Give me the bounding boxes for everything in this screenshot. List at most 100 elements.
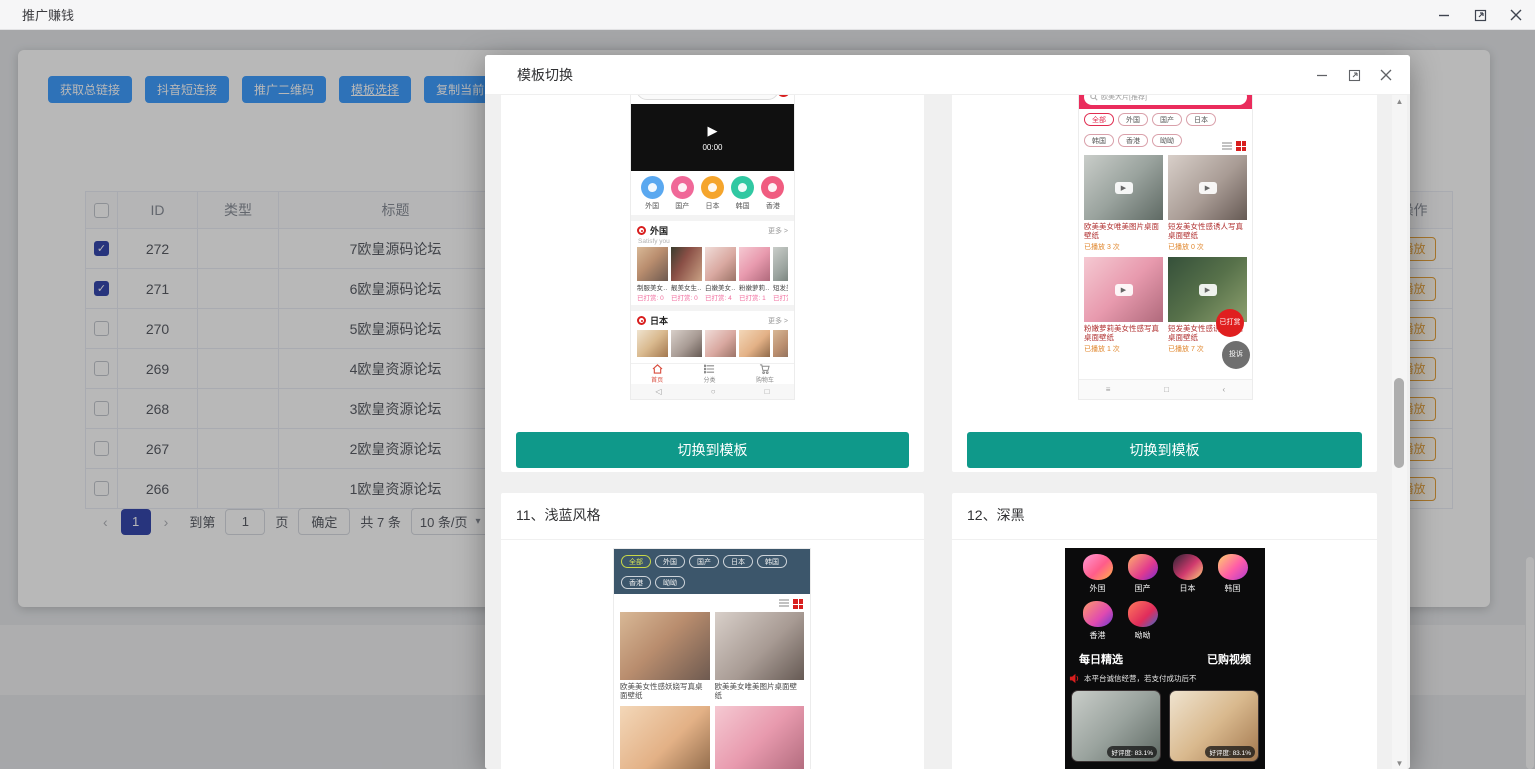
- home-circle-icon[interactable]: ○: [711, 387, 716, 396]
- close-icon[interactable]: [1505, 4, 1527, 26]
- video-card[interactable]: ▶粉嫩萝莉美女性感写真桌面壁纸已播放 1 次: [1084, 257, 1163, 354]
- video-card[interactable]: [620, 706, 710, 769]
- tab-分类[interactable]: 分类: [703, 364, 715, 384]
- reward-float-button[interactable]: 已打赏: [1216, 309, 1244, 337]
- video-thumb[interactable]: 好评度: 83.1%: [1071, 690, 1161, 762]
- filter-chip[interactable]: 呦呦: [1152, 134, 1182, 147]
- category-bubble[interactable]: 日本: [701, 176, 724, 211]
- category-bubble[interactable]: 韩国: [731, 176, 754, 211]
- rating-badge: 好评度: 83.1%: [1107, 746, 1157, 758]
- camera-icon: ●: [777, 95, 790, 97]
- list-view-icon[interactable]: [1222, 142, 1232, 150]
- report-float-button[interactable]: 投诉: [1222, 341, 1250, 369]
- play-badge-icon: ▶: [1115, 284, 1133, 296]
- maximize-icon[interactable]: [1469, 4, 1491, 26]
- back-icon[interactable]: ‹: [1223, 385, 1226, 394]
- item-title: 制服美女…: [637, 282, 668, 292]
- video-card[interactable]: [715, 706, 805, 769]
- speaker-icon: [1069, 673, 1080, 684]
- modal-scrollbar[interactable]: ▲ ▼: [1392, 95, 1407, 769]
- filter-chip[interactable]: 全部: [621, 555, 651, 568]
- template-b-preview: 欧美大片[推荐] 全部外国国产日本韩国香港呦呦 ▶欧美美女唯美图片桌面壁纸已播放…: [1078, 95, 1253, 400]
- filter-chip[interactable]: 外国: [655, 555, 685, 568]
- list-item[interactable]: 白嫩美女…已打赏: 4: [705, 247, 736, 302]
- modal-scrollbar-thumb[interactable]: [1394, 378, 1404, 468]
- video-thumb: ▶: [1084, 155, 1163, 220]
- tab-首页[interactable]: 首页: [651, 364, 663, 384]
- scroll-down-icon[interactable]: ▼: [1392, 757, 1407, 769]
- view-toggles: [1222, 141, 1246, 151]
- thumb-image: [705, 330, 736, 357]
- list-item[interactable]: [739, 330, 770, 357]
- category-item[interactable]: 外国: [1075, 554, 1120, 594]
- grid-view-icon[interactable]: [1236, 141, 1246, 151]
- recent-icon[interactable]: □: [765, 387, 770, 396]
- filter-chip[interactable]: 香港: [621, 576, 651, 589]
- template-c-preview: 全部外国国产日本韩国香港呦呦 欧美美女性感妖娆写真桌面壁纸欧美美女唯美图片桌面壁…: [613, 548, 811, 769]
- modal-controls: [1312, 55, 1396, 95]
- list-item[interactable]: 短发美女…已打赏: 0: [773, 247, 788, 302]
- video-card[interactable]: ▶短发美女性感诱人写真桌面壁纸已播放 7 次: [1168, 257, 1247, 354]
- category-bubble[interactable]: 国产: [671, 176, 694, 211]
- filter-chip[interactable]: 呦呦: [655, 576, 685, 589]
- tab-label: 分类: [703, 375, 715, 384]
- category-item[interactable]: 韩国: [1210, 554, 1255, 594]
- tab-购物车[interactable]: 购物车: [756, 364, 774, 384]
- play-badge-icon: ▶: [1115, 182, 1133, 194]
- video-thumb: [715, 706, 805, 769]
- filter-chip[interactable]: 国产: [1152, 113, 1182, 126]
- list-item[interactable]: [637, 330, 668, 357]
- category-icon: [704, 364, 715, 374]
- minimize-icon[interactable]: [1433, 4, 1455, 26]
- list-item[interactable]: 制服美女…已打赏: 0: [637, 247, 668, 302]
- filter-chip[interactable]: 香港: [1118, 134, 1148, 147]
- category-label: 韩国: [1225, 583, 1241, 594]
- scroll-up-icon[interactable]: ▲: [1392, 95, 1407, 107]
- modal-maximize-icon[interactable]: [1344, 65, 1364, 85]
- video-card[interactable]: 欧美美女唯美图片桌面壁纸: [715, 612, 805, 701]
- video-card[interactable]: ▶短发美女性感诱人写真桌面壁纸已播放 0 次: [1168, 155, 1247, 252]
- video-grid: 欧美美女性感妖娆写真桌面壁纸欧美美女唯美图片桌面壁纸: [614, 612, 810, 769]
- modal-minimize-icon[interactable]: [1312, 65, 1332, 85]
- window-title: 推广赚钱: [22, 5, 74, 24]
- list-item[interactable]: [671, 330, 702, 357]
- back-icon[interactable]: ◁: [656, 387, 662, 396]
- filter-chip[interactable]: 外国: [1118, 113, 1148, 126]
- filter-chip[interactable]: 韩国: [1084, 134, 1114, 147]
- category-item[interactable]: 国产: [1120, 554, 1165, 594]
- category-item[interactable]: 日本: [1165, 554, 1210, 594]
- template-d-preview: 外国国产日本韩国香港呦呦 每日精选 已购视频 本平台诚信经营，若支付成功后不 好…: [1065, 548, 1265, 769]
- video-thumb[interactable]: 好评度: 83.1%: [1169, 690, 1259, 762]
- filter-chip[interactable]: 全部: [1084, 113, 1114, 126]
- category-label: 国产: [675, 201, 689, 211]
- filter-chip[interactable]: 国产: [689, 555, 719, 568]
- android-navbar: ◁ ○ □: [631, 384, 794, 399]
- filter-chip[interactable]: 日本: [1186, 113, 1216, 126]
- switch-template-button[interactable]: 切换到模板: [967, 432, 1362, 468]
- list-item[interactable]: [705, 330, 736, 357]
- purchased-videos-heading[interactable]: 已购视频: [1207, 651, 1251, 667]
- window-titlebar: 推广赚钱: [0, 0, 1535, 30]
- list-item[interactable]: [773, 330, 788, 357]
- category-bubble[interactable]: 外国: [641, 176, 664, 211]
- category-label: 香港: [766, 201, 780, 211]
- home-square-icon[interactable]: □: [1164, 385, 1169, 394]
- category-label: 日本: [1180, 583, 1196, 594]
- filter-chip[interactable]: 日本: [723, 555, 753, 568]
- category-item[interactable]: 香港: [1075, 601, 1120, 641]
- list-view-icon[interactable]: [779, 599, 789, 607]
- video-card[interactable]: 欧美美女性感妖娆写真桌面壁纸: [620, 612, 710, 701]
- category-icon: [1173, 554, 1203, 580]
- list-item[interactable]: 靓美女生…已打赏: 0: [671, 247, 702, 302]
- category-bubble[interactable]: 香港: [761, 176, 784, 211]
- section-name: 日本: [650, 314, 668, 327]
- category-item[interactable]: 呦呦: [1120, 601, 1165, 641]
- menu-icon[interactable]: ≡: [1106, 385, 1111, 394]
- grid-view-icon[interactable]: [793, 599, 803, 609]
- modal-close-icon[interactable]: [1376, 65, 1396, 85]
- play-icon: ▶: [708, 123, 718, 139]
- filter-chip[interactable]: 韩国: [757, 555, 787, 568]
- list-item[interactable]: 粉嫩萝莉…已打赏: 1: [739, 247, 770, 302]
- switch-template-button[interactable]: 切换到模板: [516, 432, 909, 468]
- video-card[interactable]: ▶欧美美女唯美图片桌面壁纸已播放 3 次: [1084, 155, 1163, 252]
